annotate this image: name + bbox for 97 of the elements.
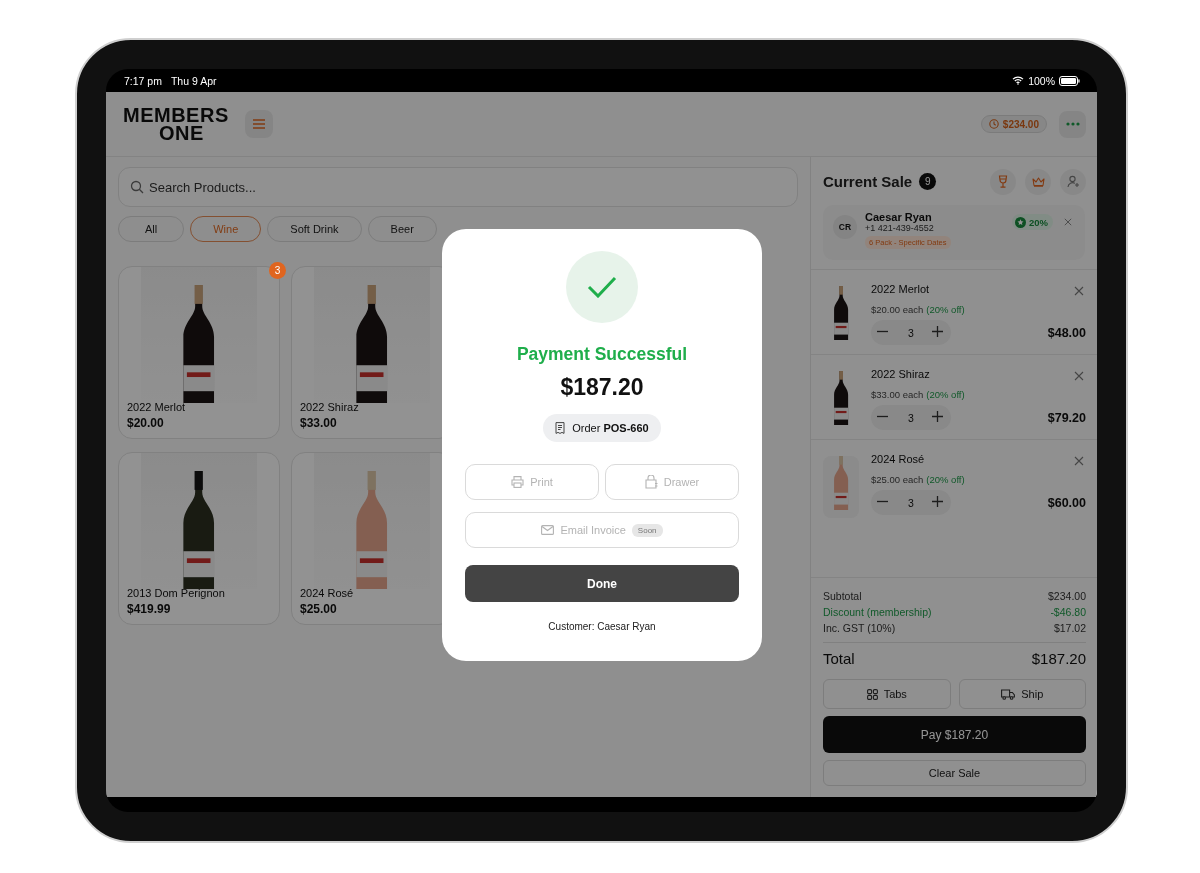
register-icon xyxy=(644,475,658,489)
increase-button[interactable] xyxy=(932,496,945,509)
more-icon xyxy=(1065,122,1080,126)
menu-button[interactable] xyxy=(244,110,273,138)
plus-icon xyxy=(932,326,943,337)
summary-label: Inc. GST (10%) xyxy=(823,622,896,634)
pay-button[interactable]: Pay $187.20 xyxy=(823,716,1086,753)
increase-button[interactable] xyxy=(932,326,945,339)
increase-button[interactable] xyxy=(932,411,945,424)
item-total: $79.20 xyxy=(1047,410,1086,425)
summary-label: Subtotal xyxy=(823,590,862,602)
quantity-stepper[interactable]: 3 xyxy=(871,405,951,430)
summary-label: Discount (membership) xyxy=(823,606,932,618)
total-label: Total xyxy=(823,650,855,667)
product-name: 2022 Merlot xyxy=(127,401,187,413)
battery-icon xyxy=(1059,75,1080,86)
receipt-icon xyxy=(555,422,566,434)
checkmark-icon xyxy=(587,276,617,298)
category-chip[interactable]: All xyxy=(118,216,185,242)
item-name: 2024 Rosé xyxy=(871,453,925,465)
printer-icon xyxy=(511,476,525,488)
star-badge-icon xyxy=(1015,216,1026,228)
product-name: 2013 Dom Perignon xyxy=(127,587,226,599)
quantity-stepper[interactable]: 3 xyxy=(871,490,951,515)
item-total: $60.00 xyxy=(1047,495,1086,510)
crown-icon xyxy=(1031,176,1045,187)
search-field[interactable]: Search Products... xyxy=(118,167,798,207)
remove-item-button[interactable] xyxy=(1072,454,1086,468)
remove-item-button[interactable] xyxy=(1072,284,1086,298)
close-icon xyxy=(1074,371,1084,381)
product-price: $20.00 xyxy=(127,416,165,430)
add-user-icon xyxy=(1066,175,1080,188)
close-icon xyxy=(1074,286,1084,296)
remove-item-button[interactable] xyxy=(1072,369,1086,383)
dialog-title: Payment Successful xyxy=(516,344,688,365)
ship-button[interactable]: Ship xyxy=(958,679,1086,709)
customer-phone: +1 421-439-4552 xyxy=(865,223,934,233)
add-customer-button[interactable] xyxy=(1060,168,1086,195)
item-total: $48.00 xyxy=(1047,325,1086,340)
quantity-stepper[interactable]: 3 xyxy=(871,320,951,345)
discount-note: (20% off) xyxy=(926,304,965,315)
payment-amount: $187.20 xyxy=(560,374,644,401)
summary-value: -$46.80 xyxy=(1050,606,1086,618)
discount-badge: 20% xyxy=(1012,214,1053,230)
customer-avatar: CR xyxy=(833,215,857,239)
product-price: $419.99 xyxy=(127,602,172,616)
customer-name: Caesar Ryan xyxy=(865,211,932,223)
category-chip[interactable]: Beer xyxy=(367,216,437,242)
status-date: Thu 9 Apr xyxy=(170,74,217,87)
quantity-badge: 3 xyxy=(269,262,286,279)
mail-icon xyxy=(541,525,555,535)
discount-note: (20% off) xyxy=(926,474,965,485)
order-number: Order POS-660 xyxy=(572,422,649,434)
grid-icon xyxy=(866,688,878,700)
sale-title: Current Sale xyxy=(823,173,913,190)
status-time: 7:17 pm xyxy=(124,74,162,87)
tabs-button[interactable]: Tabs xyxy=(823,679,951,709)
customer-line: Customer: Caesar Ryan xyxy=(548,621,656,632)
item-name: 2022 Shiraz xyxy=(871,368,930,380)
wine-glass-icon xyxy=(998,175,1008,188)
logo-text: ONE xyxy=(158,124,205,142)
more-button[interactable] xyxy=(1059,110,1086,138)
wifi-icon xyxy=(1012,76,1025,85)
membership-button[interactable] xyxy=(1025,168,1051,195)
search-icon xyxy=(130,180,144,194)
item-name: 2022 Merlot xyxy=(871,283,930,295)
product-thumbnail xyxy=(823,456,859,518)
soon-badge: Soon xyxy=(631,523,663,537)
category-chip[interactable]: Soft Drink xyxy=(267,216,362,242)
summary-value: $17.02 xyxy=(1053,622,1086,634)
wine-button[interactable] xyxy=(990,168,1016,195)
plus-icon xyxy=(932,411,943,422)
unit-price: $20.00 each xyxy=(871,304,924,315)
unit-price: $25.00 each xyxy=(871,474,924,485)
close-icon xyxy=(1074,456,1084,466)
item-count-badge: 9 xyxy=(919,173,937,190)
quantity-value: 3 xyxy=(908,411,914,424)
plus-icon xyxy=(932,496,943,507)
product-name: 2024 Rosé xyxy=(300,587,355,599)
quantity-value: 3 xyxy=(908,496,914,509)
product-price: $25.00 xyxy=(300,602,338,616)
discount-note: (20% off) xyxy=(926,389,965,400)
truck-icon xyxy=(1001,688,1016,700)
clock-icon xyxy=(988,119,999,129)
quantity-value: 3 xyxy=(908,326,914,339)
menu-icon xyxy=(252,119,265,129)
clear-sale-button[interactable]: Clear Sale xyxy=(823,760,1086,786)
product-name: 2022 Shiraz xyxy=(300,401,360,413)
summary-value: $234.00 xyxy=(1048,590,1086,602)
logo-text: MEMBERS xyxy=(123,106,229,124)
battery-percent: 100% xyxy=(1028,74,1055,87)
done-button[interactable]: Done xyxy=(465,565,739,602)
product-card[interactable]: 2013 Dom Perignon $419.99 xyxy=(118,452,280,625)
unit-price: $33.00 each xyxy=(871,389,924,400)
product-price: $33.00 xyxy=(300,416,338,430)
close-icon xyxy=(1064,218,1072,226)
total-value: $187.20 xyxy=(1031,650,1086,667)
